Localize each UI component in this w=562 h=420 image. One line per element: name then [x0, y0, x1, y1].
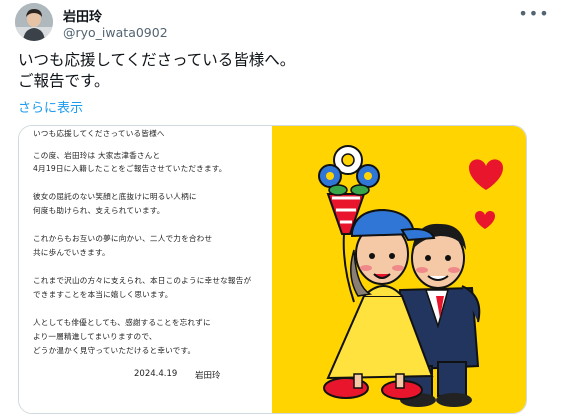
letter-date: 2024.4.19: [134, 369, 178, 379]
more-options-button[interactable]: •••: [518, 2, 550, 24]
avatar-image: [15, 3, 53, 41]
illustration-panel: [272, 126, 526, 413]
more-icon: •••: [518, 3, 550, 23]
letter-line: 4月19日に入籍したことをご報告させていただきます。: [33, 164, 227, 173]
letter-line: この度、岩田玲は 大家志津香さんと: [33, 151, 161, 160]
letter-line: できますことを本当に嬉しく思います。: [33, 290, 173, 299]
heart-icon: [469, 159, 503, 190]
couple-illustration: [318, 145, 503, 407]
attached-image[interactable]: いつも応援してくださっている皆様へ この度、岩田玲は 大家志津香さんと 4月19…: [18, 125, 527, 414]
letter-line: 彼女の屈託のない笑顔と底抜けに明るい人柄に: [33, 192, 197, 201]
avatar[interactable]: [15, 3, 53, 41]
letter-line: 人としても俳優としても、感謝することを忘れずに: [33, 318, 211, 327]
tweet-text: いつも応援してくださっている皆様へ。 ご報告です。: [18, 50, 295, 92]
heart-icon: [475, 210, 495, 229]
letter-signature: 岩田玲: [195, 371, 221, 381]
letter-line: より一層精進してまいりますので、: [33, 332, 157, 341]
letter-line: いつも応援してくださっている皆様へ: [33, 129, 165, 138]
letter-line: 共に歩んでいきます。: [33, 248, 110, 257]
display-name[interactable]: 岩田玲: [63, 6, 102, 25]
letter-line: どうか温かく見守っていただけると幸いです。: [33, 346, 196, 355]
letter-line: これまで沢山の方々に支えられ、本日このように幸せな報告が: [33, 276, 252, 285]
letter-line: これからもお互いの夢に向かい、二人で力を合わせ: [33, 234, 213, 243]
handwritten-letter: いつも応援してくださっている皆様へ この度、岩田玲は 大家志津香さんと 4月19…: [19, 126, 272, 413]
show-more-link[interactable]: さらに表示: [18, 97, 83, 116]
tweet-line: いつも応援してくださっている皆様へ。: [18, 51, 296, 69]
tweet-line: ご報告です。: [18, 72, 110, 90]
letter-line: 何度も助けられ、支えられています。: [33, 206, 165, 215]
user-handle[interactable]: @ryo_iwata0902: [63, 25, 168, 40]
